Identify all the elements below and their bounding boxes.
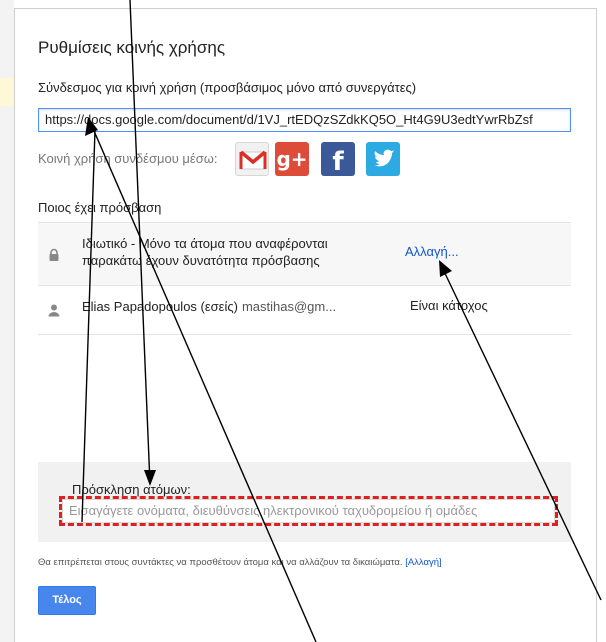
private-visibility-text: Ιδιωτικό - Μόνο τα άτομα που αναφέρονται… (82, 235, 328, 269)
invite-people-input[interactable]: Εισαγάγετε ονόματα, διευθύνσεις ηλεκτρον… (62, 499, 555, 523)
private-visibility-line1: Ιδιωτικό - Μόνο τα άτομα που αναφέρονται (82, 236, 328, 251)
share-link-label: Σύνδεσμος για κοινή χρήση (προσβάσιμος μ… (38, 80, 417, 95)
divider (38, 285, 571, 286)
dialog-title: Ρυθμίσεις κοινής χρήσης (38, 38, 226, 57)
background-highlight (0, 78, 14, 106)
share-link-field[interactable]: https://docs.google.com/document/d/1VJ_r… (38, 108, 571, 132)
person-icon (47, 303, 61, 317)
facebook-icon[interactable]: f (321, 142, 355, 177)
gmail-icon[interactable] (235, 142, 269, 176)
who-has-access-label: Ποιος έχει πρόσβαση (38, 200, 162, 215)
facebook-glyph: f (332, 147, 344, 177)
google-plus-glyph: g+ (276, 147, 308, 171)
google-plus-icon[interactable]: g+ (275, 142, 309, 176)
owner-role: Είναι κάτοχος (410, 298, 488, 313)
editor-permissions-note: Θα επιτρέπεται στους συντάκτες να προσθέ… (38, 557, 442, 568)
share-via-label: Κοινή χρήση συνδέσμου μέσω: (38, 151, 218, 166)
owner-email: mastihas@gm... (241, 299, 337, 314)
lock-icon (47, 248, 61, 262)
change-permissions-link[interactable]: [Αλλαγή] (405, 557, 442, 568)
twitter-icon[interactable] (366, 142, 400, 176)
change-visibility-link[interactable]: Αλλαγή... (405, 244, 459, 259)
editor-permissions-text: Θα επιτρέπεται στους συντάκτες να προσθέ… (38, 557, 403, 568)
share-settings-dialog (14, 8, 597, 642)
done-button[interactable]: Τέλος (38, 586, 96, 615)
owner-name: Elias Papadopoulos (εσείς) (82, 299, 238, 314)
owner-row: Elias Papadopoulos (εσείς) mastihas@gm... (82, 298, 336, 315)
private-visibility-line2: παρακάτω έχουν δυνατότητα πρόσβασης (82, 253, 320, 268)
invite-people-label: Πρόσκληση ατόμων: (72, 482, 191, 497)
divider (38, 334, 571, 335)
